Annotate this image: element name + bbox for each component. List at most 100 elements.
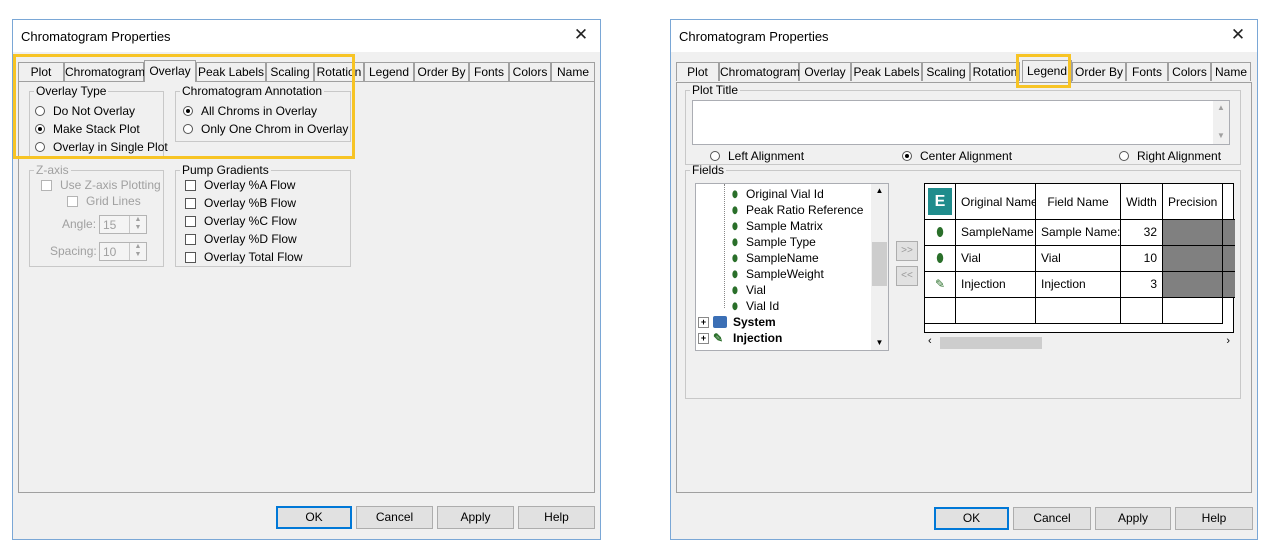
grid-header-width[interactable]: Width (1121, 184, 1163, 220)
checkbox-label: Overlay %C Flow (204, 214, 297, 228)
spin-arrows-icon[interactable]: ▲ ▼ (129, 243, 146, 260)
checkbox-grid-lines[interactable]: Grid Lines (67, 194, 141, 208)
row-icon-cell: ⬮ (925, 220, 956, 246)
scroll-down-icon[interactable]: ▼ (871, 336, 888, 350)
left-tab-rotation[interactable]: Rotation (314, 62, 364, 81)
right-tab-overlay[interactable]: Overlay (799, 62, 851, 81)
right-close-icon[interactable]: ✕ (1227, 24, 1249, 46)
left-tab-peak-labels[interactable]: Peak Labels (196, 62, 266, 81)
spacing-spinner[interactable]: 10 ▲ ▼ (99, 242, 147, 261)
right-cancel-button[interactable]: Cancel (1013, 507, 1091, 530)
right-tab-rotation[interactable]: Rotation (970, 62, 1020, 81)
left-help-button[interactable]: Help (518, 506, 595, 529)
scroll-thumb[interactable] (940, 337, 1042, 349)
remove-field-button[interactable]: << (896, 266, 918, 286)
left-apply-button[interactable]: Apply (437, 506, 514, 529)
tree-item[interactable]: ⬮ Vial Id (730, 298, 779, 314)
checkbox-overlay-d-flow[interactable]: Overlay %D Flow (185, 232, 297, 246)
field-icon: ⬮ (732, 269, 738, 279)
left-tab-name[interactable]: Name (551, 62, 595, 81)
right-ok-button[interactable]: OK (934, 507, 1009, 530)
right-tab-colors[interactable]: Colors (1168, 62, 1211, 81)
expand-plus-icon[interactable]: + (698, 332, 709, 344)
grid-empty-cell (1163, 298, 1223, 324)
radio-center-alignment[interactable]: Center Alignment (902, 149, 1012, 163)
left-ok-button[interactable]: OK (276, 506, 352, 529)
row-icon-cell: ✎ (925, 272, 956, 298)
spin-arrows-icon[interactable]: ▲ ▼ (129, 216, 146, 233)
left-cancel-button[interactable]: Cancel (356, 506, 433, 529)
plot-title-textarea[interactable]: ▲ ▼ (692, 100, 1230, 145)
radio-left-alignment[interactable]: Left Alignment (710, 149, 804, 163)
right-tab-legend[interactable]: Legend (1022, 60, 1072, 82)
scroll-left-icon[interactable]: ‹ (928, 335, 932, 347)
right-apply-button[interactable]: Apply (1095, 507, 1171, 530)
left-tab-overlay[interactable]: Overlay (144, 60, 196, 82)
right-tab-chromatogram[interactable]: Chromatogram (719, 62, 800, 81)
tree-scrollbar[interactable]: ▲ ▼ (871, 184, 888, 350)
grid-cell-original[interactable]: Vial (956, 246, 1036, 272)
left-tab-order-by[interactable]: Order By (414, 62, 469, 81)
grid-header-original-name[interactable]: Original Name (956, 184, 1036, 220)
grid-header-field-name[interactable]: Field Name (1036, 184, 1121, 220)
left-tab-chromatogram[interactable]: Chromatogram (64, 62, 145, 81)
tree-item[interactable]: ⬮ Peak Ratio Reference (730, 202, 863, 218)
right-tab-order-by[interactable]: Order By (1072, 62, 1126, 81)
checkbox-overlay-a-flow[interactable]: Overlay %A Flow (185, 178, 295, 192)
checkbox-use-z-axis[interactable]: Use Z-axis Plotting (41, 178, 161, 192)
scroll-right-icon[interactable]: › (1226, 335, 1230, 347)
tree-item[interactable]: ⬮ SampleWeight (730, 266, 824, 282)
right-tab-scaling[interactable]: Scaling (922, 62, 970, 81)
tree-item[interactable]: ⬮ SampleName (730, 250, 819, 266)
grid-cell-field[interactable]: Injection (1036, 272, 1121, 298)
right-help-button[interactable]: Help (1175, 507, 1253, 530)
grid-cell-field[interactable]: Sample Name: (1036, 220, 1121, 246)
checkbox-overlay-c-flow[interactable]: Overlay %C Flow (185, 214, 297, 228)
tree-item-label: Vial Id (746, 299, 780, 313)
plot-title-scrollbar[interactable]: ▲ ▼ (1213, 101, 1229, 144)
left-tab-fonts[interactable]: Fonts (469, 62, 509, 81)
grid-horizontal-scrollbar[interactable]: ‹ › (924, 335, 1234, 351)
radio-right-alignment[interactable]: Right Alignment (1119, 149, 1221, 163)
grid-cell-original[interactable]: SampleName (956, 220, 1036, 246)
checkbox-overlay-b-flow[interactable]: Overlay %B Flow (185, 196, 296, 210)
tree-item[interactable]: ⬮ Sample Matrix (730, 218, 823, 234)
expand-plus-icon[interactable]: + (698, 316, 709, 328)
add-field-button[interactable]: >> (896, 241, 918, 261)
grid-cell-width[interactable]: 32 (1121, 220, 1163, 246)
grid-cell-original[interactable]: Injection (956, 272, 1036, 298)
fields-tree[interactable]: ⬮ Original Vial Id ⬮ Peak Ratio Reference … (695, 183, 889, 351)
grid-cell-width[interactable]: 10 (1121, 246, 1163, 272)
left-tab-legend[interactable]: Legend (364, 62, 414, 81)
right-tab-peak-labels[interactable]: Peak Labels (851, 62, 922, 81)
tree-item[interactable]: ⬮ Original Vial Id (730, 186, 824, 202)
grid-cell-field[interactable]: Vial (1036, 246, 1121, 272)
checkbox-overlay-total-flow[interactable]: Overlay Total Flow (185, 250, 302, 264)
syringe-icon: ✎ (934, 277, 946, 291)
tree-item[interactable]: ⬮ Vial (730, 282, 766, 298)
radio-do-not-overlay[interactable]: Do Not Overlay (35, 104, 135, 118)
left-close-icon[interactable]: ✕ (570, 24, 592, 46)
tree-group-system[interactable]: + System (698, 314, 776, 330)
right-tab-fonts[interactable]: Fonts (1126, 62, 1168, 81)
radio-overlay-single-plot[interactable]: Overlay in Single Plot (35, 140, 168, 154)
tree-group-label: Injection (733, 331, 783, 345)
grid-cell-width[interactable]: 3 (1121, 272, 1163, 298)
radio-only-one-chrom[interactable]: Only One Chrom in Overlay (183, 122, 348, 136)
left-tab-colors[interactable]: Colors (509, 62, 551, 81)
fields-grid[interactable]: E Original Name Field Name Width Precisi… (924, 183, 1235, 333)
scroll-thumb[interactable] (872, 242, 887, 286)
angle-spinner[interactable]: 15 ▲ ▼ (99, 215, 147, 234)
checkbox-label: Overlay %B Flow (204, 196, 297, 210)
radio-all-chroms[interactable]: All Chroms in Overlay (183, 104, 317, 118)
radio-make-stack-plot[interactable]: Make Stack Plot (35, 122, 140, 136)
right-tab-name[interactable]: Name (1211, 62, 1251, 81)
left-tab-plot[interactable]: Plot (18, 62, 64, 81)
right-tab-plot[interactable]: Plot (676, 62, 719, 81)
grid-header-precision[interactable]: Precision (1163, 184, 1223, 220)
tree-item[interactable]: ⬮ Sample Type (730, 234, 816, 250)
left-tab-scaling[interactable]: Scaling (266, 62, 314, 81)
scroll-up-icon[interactable]: ▲ (871, 184, 888, 198)
tree-item-label: Peak Ratio Reference (746, 203, 864, 217)
tree-group-injection[interactable]: + ✎ Injection (698, 330, 782, 346)
